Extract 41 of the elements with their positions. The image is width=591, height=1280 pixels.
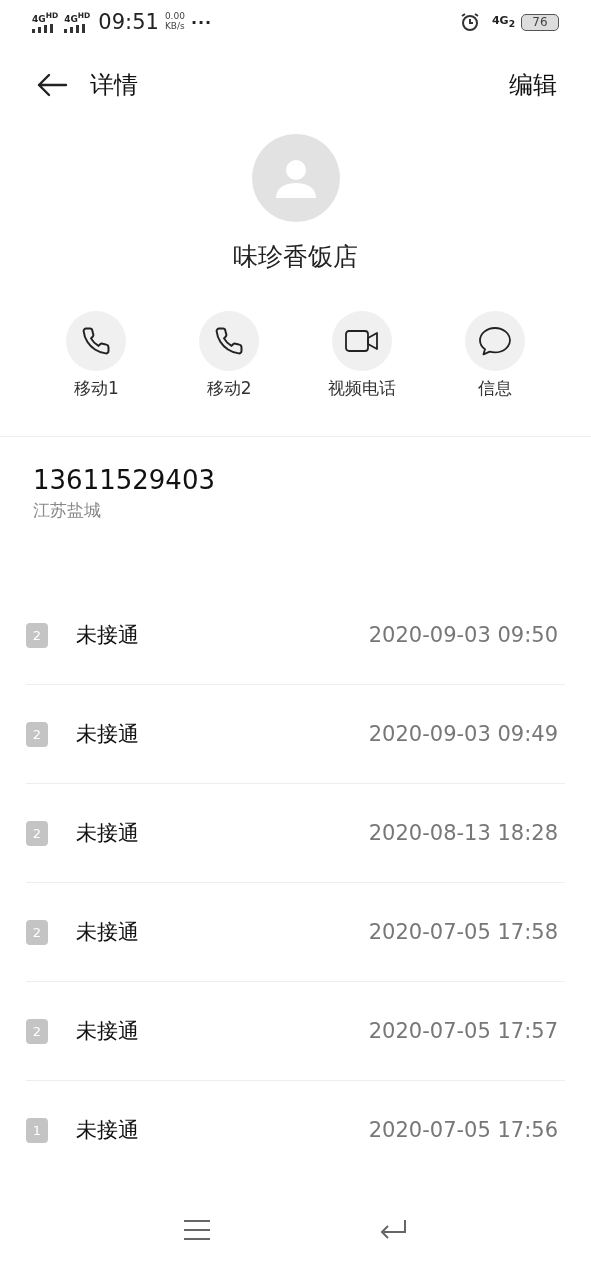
call-time: 2020-09-03 09:49 xyxy=(368,722,558,746)
page-title: 详情 xyxy=(90,70,138,101)
sim-card-badge: 2 xyxy=(26,622,48,648)
back-arrow-icon[interactable] xyxy=(36,73,68,97)
edit-button[interactable]: 编辑 xyxy=(509,69,557,101)
call-status: 未接通 xyxy=(76,1018,140,1045)
speech-bubble-icon xyxy=(477,326,512,356)
sim-card-badge: 2 xyxy=(26,721,48,747)
contact-name: 味珍香饭店 xyxy=(232,241,359,273)
menu-icon[interactable] xyxy=(183,1218,212,1241)
alarm-icon xyxy=(459,12,480,32)
sim-card-badge: 1 xyxy=(26,1117,48,1143)
network-indicator: 4G$_{2}$ xyxy=(491,15,515,29)
signal-indicator: 4G$^{HD}$ xyxy=(32,11,59,33)
contact-action-button[interactable]: 移动1 xyxy=(30,311,163,400)
call-time: 2020-07-05 17:58 xyxy=(368,920,558,944)
contact-action-button[interactable]: 视频电话 xyxy=(295,311,429,400)
call-time: 2020-07-05 17:57 xyxy=(368,1019,558,1043)
contact-action-button[interactable]: 移动2 xyxy=(162,311,296,400)
phone-number: 13611529403 xyxy=(33,465,216,495)
call-status: 未接通 xyxy=(76,622,140,649)
sim-card-badge: 2 xyxy=(26,919,48,945)
call-status: 未接通 xyxy=(76,820,140,847)
status-time: 09:51 xyxy=(98,10,159,34)
network-speed: 0.00 KB/s xyxy=(164,12,185,32)
number-location: 江苏盐城 xyxy=(33,499,102,522)
battery-indicator: 76 xyxy=(521,13,559,31)
signal-indicator: 4G$^{HD}$ xyxy=(64,11,91,33)
phone-icon xyxy=(214,326,245,356)
call-time: 2020-07-05 17:56 xyxy=(368,1118,558,1142)
call-status: 未接通 xyxy=(76,1117,140,1144)
call-time: 2020-09-03 09:50 xyxy=(368,623,558,647)
call-status: 未接通 xyxy=(76,721,140,748)
call-time: 2020-08-13 18:28 xyxy=(368,821,558,845)
phone-icon xyxy=(81,326,112,356)
call-status: 未接通 xyxy=(76,919,140,946)
more-indicator: ··· xyxy=(190,12,213,32)
video-camera-icon xyxy=(344,329,379,353)
sim-card-badge: 2 xyxy=(26,820,48,846)
contact-action-button[interactable]: 信息 xyxy=(428,311,561,400)
sim-card-badge: 2 xyxy=(26,1018,48,1044)
